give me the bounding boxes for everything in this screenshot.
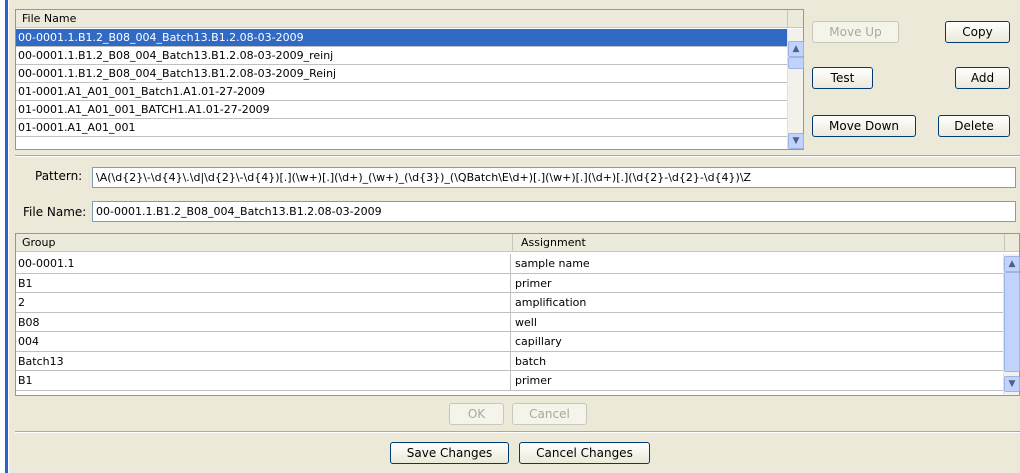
assignment-cell[interactable]: sample name [513,254,590,273]
assignment-cell[interactable]: batch [513,352,546,371]
file-name-input[interactable]: 00-0001.1.B1.2_B08_004_Batch13.B1.2.08-0… [92,201,1016,222]
assignment-cell[interactable]: primer [513,371,552,390]
move-up-button[interactable]: Move Up [812,21,899,43]
section-divider [15,155,1020,157]
group-cell[interactable]: 2 [18,293,511,313]
table-row[interactable]: Batch13 batch [16,351,1003,371]
pattern-input[interactable]: \A(\d{2}\-\d{4}\.\d|\d{2}\-\d{4})[.](\w+… [92,167,1016,188]
cancel-button[interactable]: Cancel [512,403,587,425]
file-list-item[interactable]: 00-0001.1.B1.2_B08_004_Batch13.B1.2.08-0… [16,29,787,47]
group-column-header[interactable]: Group [16,234,513,252]
assignment-cell[interactable]: primer [513,274,552,293]
file-name-label: File Name: [23,205,87,219]
scroll-up-icon[interactable]: ▲ [788,41,804,57]
group-table-scrollbar[interactable]: ▲ ▼ [1003,254,1020,395]
file-list-item[interactable]: 01-0001.A1_A01_001_BATCH1.A1.01-27-2009 [16,101,787,119]
window-left-border [0,0,9,473]
delete-button[interactable]: Delete [938,115,1010,137]
scroll-up-icon[interactable]: ▲ [1004,256,1020,272]
assignment-cell[interactable]: capillary [513,332,562,351]
group-cell[interactable]: Batch13 [18,351,511,371]
test-button[interactable]: Test [812,67,873,89]
pattern-label: Pattern: [35,169,83,183]
assignment-cell[interactable]: amplification [513,293,586,312]
file-name-column-header[interactable]: File Name [16,10,787,28]
table-row[interactable]: B1 primer [16,371,1003,391]
footer-divider [15,431,1020,433]
save-changes-button[interactable]: Save Changes [390,442,509,464]
group-cell[interactable]: B1 [18,273,511,293]
move-down-button[interactable]: Move Down [812,115,916,137]
group-table-scroll-thumb[interactable] [1004,272,1020,372]
group-cell[interactable]: 00-0001.1 [18,254,511,274]
scroll-down-icon[interactable]: ▼ [788,133,804,149]
assignment-column-header[interactable]: Assignment [513,234,1005,252]
ok-button[interactable]: OK [449,403,504,425]
file-list-item[interactable]: 01-0001.A1_A01_001 [16,119,787,137]
add-button[interactable]: Add [955,67,1010,89]
file-list-item[interactable]: 01-0001.A1_A01_001_Batch1.A1.01-27-2009 [16,83,787,101]
copy-button[interactable]: Copy [945,21,1010,43]
group-assignment-table[interactable]: Group Assignment 00-0001.1 sample name B1… [15,233,1020,396]
table-row[interactable]: 2 amplification [16,293,1003,313]
table-row[interactable]: 004 capillary [16,332,1003,352]
file-list-item[interactable]: 00-0001.1.B1.2_B08_004_Batch13.B1.2.08-0… [16,47,787,65]
table-row[interactable]: 00-0001.1 sample name [16,254,1003,274]
cancel-changes-button[interactable]: Cancel Changes [519,442,650,464]
group-cell[interactable]: 004 [18,332,511,352]
file-list-scrollbar[interactable]: ▲ ▼ [787,29,804,149]
group-cell[interactable]: B1 [18,371,511,391]
table-header-corner [1005,234,1019,252]
file-list-item[interactable]: 00-0001.1.B1.2_B08_004_Batch13.B1.2.08-0… [16,65,787,83]
assignment-cell[interactable]: well [513,313,537,332]
pattern-editor-panel: File Name 00-0001.1.B1.2_B08_004_Batch13… [9,0,1020,473]
file-name-list[interactable]: File Name 00-0001.1.B1.2_B08_004_Batch13… [15,9,804,150]
file-list-scroll-thumb[interactable] [788,57,804,69]
file-list-header-corner [787,10,803,28]
table-row[interactable]: B08 well [16,312,1003,332]
table-row[interactable]: B1 primer [16,273,1003,293]
scroll-down-icon[interactable]: ▼ [1004,376,1020,392]
group-cell[interactable]: B08 [18,312,511,332]
